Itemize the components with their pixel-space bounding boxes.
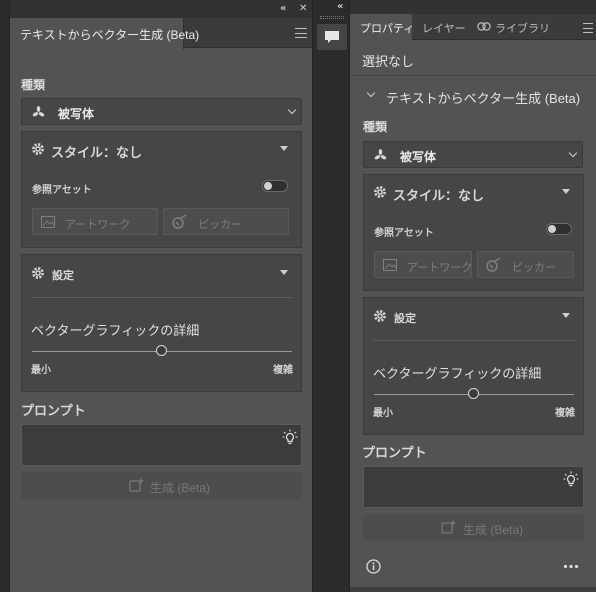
chevron-down-icon[interactable] <box>366 88 376 98</box>
lightbulb-icon[interactable] <box>563 471 579 487</box>
prompt-label: プロンプト <box>21 403 86 418</box>
collapse-panel-button[interactable]: « <box>280 0 286 18</box>
detail-min-label: 最小 <box>31 365 51 376</box>
tab-layers-label: レイヤー <box>422 23 466 35</box>
picker-icon <box>486 257 501 272</box>
style-label[interactable]: スタイル：なし <box>393 185 484 204</box>
detail-slider-handle[interactable] <box>468 388 479 399</box>
detail-label: ベクターグラフィックの詳細 <box>31 323 200 338</box>
style-expand-icon[interactable] <box>280 146 288 151</box>
detail-max-label: 複雑 <box>273 365 293 376</box>
style-section: スタイル：なし 参照アセット アートワーク ピッカー <box>21 131 302 248</box>
type-dropdown[interactable]: 被写体 <box>21 98 302 125</box>
type-label: 種類 <box>363 120 388 134</box>
generate-button[interactable]: 生成 (Beta) <box>21 472 302 499</box>
panel-menu-icon[interactable] <box>295 28 307 38</box>
tab-layers[interactable]: レイヤー <box>413 14 467 40</box>
detail-label: ベクターグラフィックの詳細 <box>373 366 542 381</box>
section-title[interactable]: テキストからベクター生成 (Beta) <box>386 88 580 107</box>
style-expand-icon[interactable] <box>562 189 570 194</box>
picker-button-label: ピッカー <box>512 262 556 274</box>
reference-asset-toggle[interactable] <box>546 223 572 235</box>
close-panel-button[interactable]: ✕ <box>299 0 307 18</box>
style-section: スタイル：なし 参照アセット アートワーク ピッカー <box>363 174 584 291</box>
artwork-button-label: アートワーク <box>65 219 131 231</box>
gear-icon <box>374 186 386 198</box>
panel-menu-icon[interactable] <box>583 23 593 33</box>
picker-button[interactable]: ピッカー <box>477 251 574 278</box>
type-dropdown[interactable]: 被写体 <box>363 141 583 168</box>
settings-label[interactable]: 設定 <box>394 310 416 326</box>
text-to-vector-floating-panel: « ✕ テキストからベクター生成 (Beta) 種類 被写体 スタイル：なし 参… <box>10 0 312 592</box>
generate-icon <box>129 478 144 492</box>
subject-icon <box>374 149 387 160</box>
reference-asset-label: 参照アセット <box>32 185 92 196</box>
image-icon <box>383 259 397 271</box>
detail-slider-handle[interactable] <box>156 345 167 356</box>
more-options-icon[interactable] <box>563 564 579 569</box>
picker-button-label: ピッカー <box>198 219 242 231</box>
divider <box>350 75 596 76</box>
detail-max-label: 複雑 <box>555 408 575 419</box>
collapse-dock-button[interactable]: « <box>337 0 343 16</box>
type-label: 種類 <box>21 78 46 92</box>
selection-status: 選択なし <box>362 54 415 69</box>
tab-text-to-vector[interactable]: テキストからベクター生成 (Beta) <box>10 18 199 49</box>
gear-icon <box>32 267 44 279</box>
image-icon <box>41 216 55 228</box>
comments-panel-button[interactable] <box>317 24 347 50</box>
generate-icon <box>441 520 456 534</box>
type-dropdown-value: 被写体 <box>58 107 95 121</box>
tab-text-to-vector-label: テキストからベクター生成 (Beta) <box>20 28 200 42</box>
comment-icon <box>325 31 339 43</box>
settings-expand-icon[interactable] <box>562 313 570 318</box>
tab-properties-label: プロパティ <box>360 23 415 35</box>
settings-section: 設定 ベクターグラフィックの詳細 最小 複雑 <box>21 254 302 392</box>
subject-icon <box>32 106 45 117</box>
divider <box>373 340 575 341</box>
artwork-button[interactable]: アートワーク <box>32 208 158 235</box>
generate-button[interactable]: 生成 (Beta) <box>363 514 584 541</box>
type-dropdown-value: 被写体 <box>400 150 437 164</box>
gear-icon <box>374 310 386 322</box>
prompt-input[interactable] <box>363 466 584 508</box>
info-icon[interactable] <box>366 559 381 574</box>
artwork-button[interactable]: アートワーク <box>374 251 472 278</box>
gear-icon <box>32 143 44 155</box>
panel-tab-bar: テキストからベクター生成 (Beta) <box>10 18 312 49</box>
tab-properties[interactable]: プロパティ <box>350 14 415 41</box>
tab-libraries[interactable]: ライブラリ <box>468 14 550 40</box>
creative-cloud-icon <box>477 22 491 31</box>
chevron-down-icon <box>287 105 297 115</box>
detail-min-label: 最小 <box>373 408 393 419</box>
divider <box>31 297 293 298</box>
artwork-button-label: アートワーク <box>407 262 473 274</box>
collapsed-panel-dock <box>312 0 350 592</box>
panel-bottom-edge <box>350 587 596 592</box>
generate-button-label: 生成 (Beta) <box>463 523 524 537</box>
panel-title-bar[interactable]: « ✕ <box>10 0 312 18</box>
left-edge-strip <box>0 0 10 592</box>
reference-asset-toggle[interactable] <box>262 180 288 192</box>
settings-expand-icon[interactable] <box>280 270 288 275</box>
properties-panel: « プロパティ レイヤー ライブラリ 選択なし テキストからベクター生成 (Be… <box>337 0 596 592</box>
settings-label[interactable]: 設定 <box>52 267 74 283</box>
generate-button-label: 生成 (Beta) <box>150 481 211 495</box>
picker-button[interactable]: ピッカー <box>163 208 289 235</box>
style-label[interactable]: スタイル：なし <box>51 142 142 161</box>
prompt-input[interactable] <box>21 424 302 466</box>
right-tab-bar: プロパティ レイヤー ライブラリ <box>350 14 596 41</box>
chevron-down-icon <box>568 148 578 158</box>
reference-asset-label: 参照アセット <box>374 228 434 239</box>
dock-title-bar[interactable]: « <box>337 0 596 14</box>
picker-icon <box>172 214 187 229</box>
dock-grip[interactable] <box>320 16 344 19</box>
tab-libraries-label: ライブラリ <box>495 23 550 35</box>
settings-section: 設定 ベクターグラフィックの詳細 最小 複雑 <box>363 297 584 435</box>
prompt-label: プロンプト <box>362 445 427 460</box>
lightbulb-icon[interactable] <box>282 429 298 445</box>
